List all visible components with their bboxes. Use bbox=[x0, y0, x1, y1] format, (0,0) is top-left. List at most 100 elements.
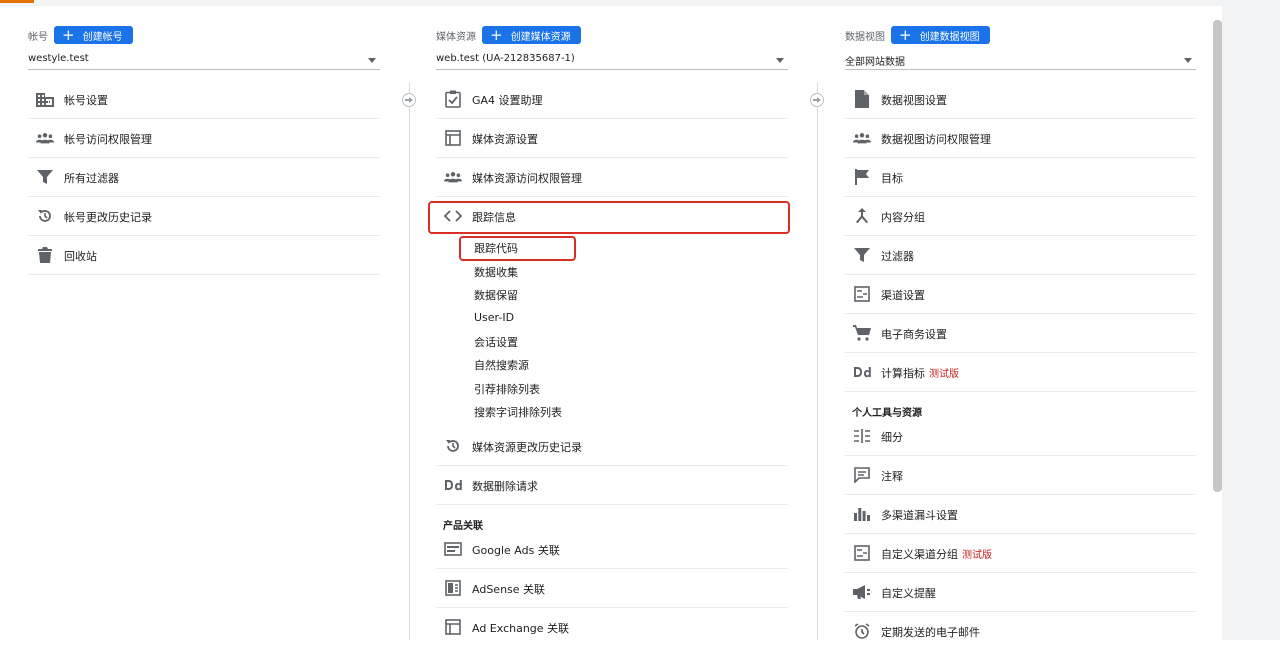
data-collection-link[interactable]: 数据收集 bbox=[474, 264, 518, 280]
ad-exchange-label: Ad Exchange 关联 bbox=[472, 622, 570, 635]
create-property-label: 创建媒体资源 bbox=[510, 31, 571, 43]
account-trash[interactable]: 回收站 bbox=[28, 236, 380, 275]
view-selected: 全部网站数据 bbox=[845, 57, 905, 68]
dd-icon bbox=[444, 476, 462, 494]
property-column: 媒体资源 + 创建媒体资源 web.test (UA-212835687-1) … bbox=[436, 0, 788, 640]
view-filters[interactable]: 过滤器 bbox=[845, 236, 1196, 275]
view-access-management[interactable]: 数据视图访问权限管理 bbox=[845, 119, 1196, 158]
cart-icon bbox=[853, 324, 871, 342]
channel-icon bbox=[853, 544, 871, 562]
adsense-linking[interactable]: AdSense 关联 bbox=[436, 569, 788, 608]
layout-icon bbox=[444, 129, 462, 147]
annotations[interactable]: 注释 bbox=[845, 456, 1196, 495]
calculated-metrics[interactable]: 计算指标 测试版 bbox=[845, 353, 1196, 392]
all-filters-label: 所有过滤器 bbox=[64, 172, 119, 185]
goals[interactable]: 目标 bbox=[845, 158, 1196, 197]
property-history-label: 媒体资源更改历史记录 bbox=[472, 441, 582, 454]
data-retention-link[interactable]: 数据保留 bbox=[474, 287, 518, 303]
dropdown-caret-icon bbox=[1184, 58, 1192, 63]
people-icon bbox=[853, 129, 871, 147]
arrow-right-icon bbox=[402, 93, 416, 107]
alarm-clock-icon bbox=[853, 622, 871, 640]
ad-exchange-linking[interactable]: Ad Exchange 关联 bbox=[436, 608, 788, 647]
calculated-metrics-label: 计算指标 测试版 bbox=[881, 365, 959, 381]
referral-exclusion-list-link[interactable]: 引荐排除列表 bbox=[474, 381, 540, 397]
trash-icon bbox=[36, 246, 54, 264]
account-all-filters[interactable]: 所有过滤器 bbox=[28, 158, 380, 197]
right-gutter bbox=[1222, 0, 1280, 640]
view-header: 数据视图 + 创建数据视图 bbox=[845, 26, 990, 44]
ad-exchange-icon bbox=[444, 618, 462, 636]
account-change-history[interactable]: 帐号更改历史记录 bbox=[28, 197, 380, 236]
multi-channel-funnel-settings[interactable]: 多渠道漏斗设置 bbox=[845, 495, 1196, 534]
account-access-label: 帐号访问权限管理 bbox=[64, 133, 152, 146]
segments-icon bbox=[853, 427, 871, 445]
account-selector[interactable]: westyle.test bbox=[28, 50, 380, 70]
dropdown-caret-icon bbox=[776, 58, 784, 63]
property-change-history[interactable]: 媒体资源更改历史记录 bbox=[436, 427, 788, 466]
beta-badge: 测试版 bbox=[962, 550, 992, 561]
create-account-label: 创建帐号 bbox=[82, 31, 123, 43]
merge-icon bbox=[853, 207, 871, 225]
column-separator bbox=[409, 82, 410, 640]
google-ads-linking[interactable]: Google Ads 关联 bbox=[436, 530, 788, 569]
view-settings[interactable]: 数据视图设置 bbox=[845, 80, 1196, 119]
ga4-setup-label: GA4 设置助理 bbox=[472, 94, 543, 107]
search-term-exclusion-list-link[interactable]: 搜索字词排除列表 bbox=[474, 404, 562, 420]
create-property-button[interactable]: + 创建媒体资源 bbox=[482, 26, 581, 44]
property-access-management[interactable]: 媒体资源访问权限管理 bbox=[436, 158, 788, 197]
multi-channel-funnel-label: 多渠道漏斗设置 bbox=[881, 509, 958, 522]
clipboard-check-icon bbox=[444, 90, 462, 108]
view-title: 数据视图 bbox=[845, 31, 885, 43]
property-selected: web.test (UA-212835687-1) bbox=[436, 53, 575, 64]
calculated-metrics-text: 计算指标 bbox=[881, 367, 925, 380]
custom-alerts-label: 自定义提醒 bbox=[881, 587, 936, 600]
view-filters-label: 过滤器 bbox=[881, 250, 914, 263]
account-settings[interactable]: 帐号设置 bbox=[28, 80, 380, 119]
session-settings-link[interactable]: 会话设置 bbox=[474, 334, 518, 350]
content-grouping[interactable]: 内容分组 bbox=[845, 197, 1196, 236]
property-title: 媒体资源 bbox=[436, 31, 476, 43]
goals-label: 目标 bbox=[881, 172, 903, 185]
scheduled-emails[interactable]: 定期发送的电子邮件 bbox=[845, 612, 1196, 651]
plus-icon: + bbox=[62, 25, 75, 44]
adsense-label: AdSense 关联 bbox=[472, 583, 546, 596]
data-deletion-requests[interactable]: 数据删除请求 bbox=[436, 466, 788, 505]
segments[interactable]: 细分 bbox=[845, 417, 1196, 456]
organic-search-sources-link[interactable]: 自然搜索源 bbox=[474, 357, 529, 373]
comment-icon bbox=[853, 466, 871, 484]
ecommerce-settings-label: 电子商务设置 bbox=[881, 328, 947, 341]
ads-icon bbox=[444, 540, 462, 558]
property-settings[interactable]: 媒体资源设置 bbox=[436, 119, 788, 158]
account-access-management[interactable]: 帐号访问权限管理 bbox=[28, 119, 380, 158]
building-icon bbox=[36, 90, 54, 108]
create-view-button[interactable]: + 创建数据视图 bbox=[891, 26, 990, 44]
channel-settings[interactable]: 渠道设置 bbox=[845, 275, 1196, 314]
people-icon bbox=[444, 168, 462, 186]
ga4-setup-assistant[interactable]: GA4 设置助理 bbox=[436, 80, 788, 119]
custom-alerts[interactable]: 自定义提醒 bbox=[845, 573, 1196, 612]
create-account-button[interactable]: + 创建帐号 bbox=[54, 26, 133, 44]
view-selector[interactable]: 全部网站数据 bbox=[845, 50, 1196, 70]
trash-label: 回收站 bbox=[64, 250, 97, 263]
view-column: 数据视图 + 创建数据视图 全部网站数据 数据视图设置 数据视图访问权限管理 目… bbox=[845, 0, 1196, 640]
data-deletion-label: 数据删除请求 bbox=[472, 480, 538, 493]
custom-channel-grouping[interactable]: 自定义渠道分组 测试版 bbox=[845, 534, 1196, 573]
beta-badge: 测试版 bbox=[929, 369, 959, 380]
custom-channel-grouping-text: 自定义渠道分组 bbox=[881, 548, 958, 561]
property-access-label: 媒体资源访问权限管理 bbox=[472, 172, 582, 185]
dd-icon bbox=[853, 363, 871, 381]
channel-settings-label: 渠道设置 bbox=[881, 289, 925, 302]
create-view-label: 创建数据视图 bbox=[919, 31, 980, 43]
plus-icon: + bbox=[899, 25, 912, 44]
property-header: 媒体资源 + 创建媒体资源 bbox=[436, 26, 581, 44]
property-selector[interactable]: web.test (UA-212835687-1) bbox=[436, 50, 788, 70]
account-selected: westyle.test bbox=[28, 53, 89, 64]
column-separator bbox=[817, 82, 818, 640]
user-id-link[interactable]: User-ID bbox=[474, 311, 514, 324]
scrollbar[interactable] bbox=[1213, 20, 1222, 492]
people-icon bbox=[36, 129, 54, 147]
content-grouping-label: 内容分组 bbox=[881, 211, 925, 224]
ecommerce-settings[interactable]: 电子商务设置 bbox=[845, 314, 1196, 353]
megaphone-icon bbox=[853, 583, 871, 601]
